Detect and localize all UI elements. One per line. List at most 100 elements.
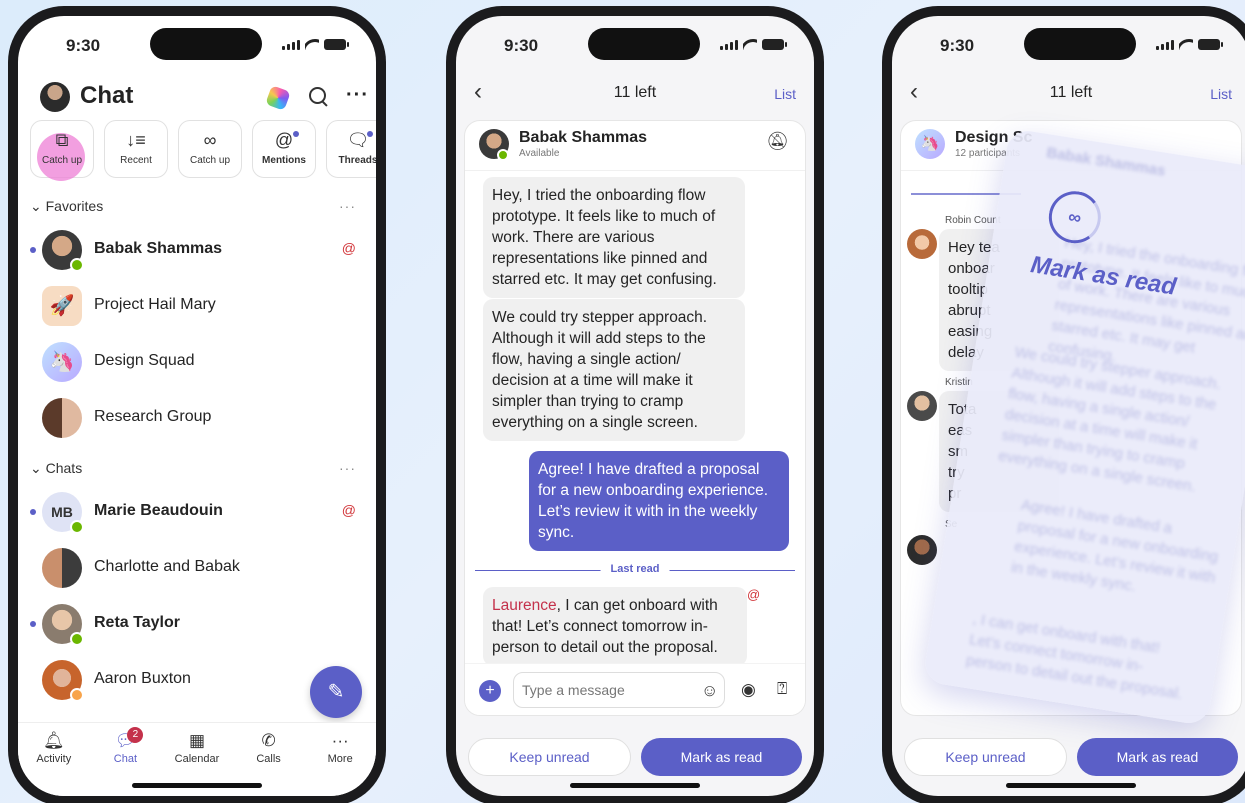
wifi-icon: [305, 38, 319, 50]
unread-dot: [293, 131, 299, 137]
mention-icon: @: [341, 502, 356, 518]
chat-name: Charlotte and Babak: [94, 558, 240, 575]
mark-read-screen: 9:30 ‹ 11 left List 🦄 Design Sc 12 parti…: [892, 16, 1245, 796]
message-input[interactable]: Type a message: [513, 672, 725, 708]
chat-row-reta[interactable]: Reta Taylor: [18, 596, 376, 652]
chat-name: Reta Taylor: [94, 614, 180, 631]
battery-icon: [1198, 39, 1223, 50]
catchup2-icon: ∞: [203, 130, 217, 150]
section-more-button[interactable]: ···: [339, 198, 356, 214]
avatar: [907, 229, 937, 259]
blurred-message: , I can get onboard with that! Let’s con…: [964, 610, 1184, 703]
bell-off-icon[interactable]: 🔕︎: [766, 131, 789, 152]
presence-away-icon: [70, 688, 84, 702]
catchup-icon: ⧉: [55, 130, 69, 150]
mention-name[interactable]: Laurence: [492, 597, 557, 614]
section-title: Chats: [45, 460, 83, 476]
chat-row-project-hail-mary[interactable]: 🚀 Project Hail Mary: [18, 278, 376, 334]
chat-icon: 💬︎: [114, 731, 137, 750]
page-title: Chat: [80, 82, 134, 109]
dynamic-island: [150, 28, 262, 60]
dynamic-island: [588, 28, 700, 60]
list-button[interactable]: List: [1210, 86, 1232, 102]
last-read-divider: Last read: [475, 561, 795, 581]
home-indicator: [132, 783, 262, 788]
chip-label: Mentions: [262, 155, 306, 166]
tab-label: Chat: [113, 753, 138, 765]
presence-available-icon: [70, 258, 84, 272]
mark-as-read-button[interactable]: Mark as read: [1077, 738, 1238, 776]
unread-dot: [30, 247, 36, 253]
remaining-count: 11 left: [1049, 84, 1093, 101]
message-bubble[interactable]: Laurence, I can get onboard with that! L…: [483, 587, 747, 666]
chat-row-marie[interactable]: MB Marie Beaudouin @: [18, 484, 376, 540]
home-indicator: [570, 783, 700, 788]
keep-unread-button[interactable]: Keep unread: [904, 738, 1067, 776]
chat-name: Project Hail Mary: [94, 296, 216, 313]
unread-dot: [367, 131, 373, 137]
chip-label: Catch up: [189, 155, 231, 166]
camera-icon[interactable]: ◉: [741, 680, 756, 700]
message-bubble[interactable]: Hey, I tried the onboarding flow prototy…: [483, 177, 745, 298]
chip-catch-up[interactable]: ⧉ Catch up: [30, 120, 94, 181]
home-indicator: [1006, 783, 1136, 788]
chip-label: Threads: [338, 155, 376, 166]
chat-row-babak[interactable]: Babak Shammas @: [18, 222, 376, 278]
add-attachment-button[interactable]: +: [479, 680, 501, 702]
chip-catch-up-2[interactable]: ∞ Catch up: [178, 120, 242, 178]
new-chat-button[interactable]: ✎: [310, 666, 362, 718]
status-bar: 9:30: [456, 16, 814, 76]
unicorn-icon: 🦄: [915, 129, 945, 159]
presence-available-icon: [497, 149, 509, 161]
chat-name: Design Squad: [94, 352, 195, 369]
mark-as-read-button[interactable]: Mark as read: [641, 738, 802, 776]
tab-activity[interactable]: 🔔︎ Activity: [24, 731, 84, 796]
compose-icon: ✎: [327, 681, 345, 703]
chip-mentions[interactable]: @ Mentions: [252, 120, 316, 178]
chat-row-design-squad[interactable]: 🦄 Design Squad: [18, 334, 376, 390]
last-read-label: Last read: [600, 563, 670, 575]
chat-list-screen: 9:30 Chat ··· ⧉ Catch up ↓≡ Recent ∞ Cat…: [18, 16, 376, 796]
my-avatar[interactable]: [40, 82, 70, 112]
chat-name: Marie Beaudouin: [94, 502, 223, 519]
bell-icon: 🔔︎: [43, 731, 65, 750]
message-bubble[interactable]: We could try stepper approach. Although …: [483, 299, 745, 441]
mention-icon: @: [747, 587, 761, 602]
avatar: [907, 535, 937, 565]
microphone-icon[interactable]: ⍰: [777, 679, 787, 699]
chat-row-charlotte-babak[interactable]: Charlotte and Babak: [18, 540, 376, 596]
clock: 9:30: [504, 36, 539, 55]
list-button[interactable]: List: [774, 86, 796, 102]
section-title: Favorites: [45, 198, 104, 214]
status-bar: 9:30: [18, 16, 376, 76]
more-options-button[interactable]: ···: [346, 84, 369, 107]
keep-unread-button[interactable]: Keep unread: [468, 738, 631, 776]
remaining-count: 11 left: [613, 84, 657, 101]
chats-header[interactable]: ⌄ Chats ···: [30, 460, 364, 484]
emoji-icon[interactable]: ☺: [701, 681, 718, 701]
search-icon[interactable]: [308, 86, 328, 108]
tab-label: More: [327, 753, 353, 765]
rocket-icon: 🚀: [42, 286, 82, 326]
catch-up-screen: 9:30 ‹ 11 left List Babak Shammas Availa…: [456, 16, 814, 796]
tab-label: Calls: [256, 753, 281, 765]
blurred-message: Agree! I have drafted a proposal for a n…: [1009, 496, 1220, 596]
chip-recent[interactable]: ↓≡ Recent: [104, 120, 168, 178]
wifi-icon: [743, 38, 757, 50]
avatar: [907, 391, 937, 421]
signal-icon: [1156, 40, 1174, 50]
contact-name: Babak Shammas: [519, 129, 648, 146]
tab-more[interactable]: ··· More: [310, 731, 370, 796]
read-actions: Keep unread Mark as read: [468, 738, 802, 776]
copilot-icon[interactable]: [265, 85, 291, 111]
battery-icon: [762, 39, 787, 50]
mention-icon: @: [274, 130, 294, 150]
favorites-header[interactable]: ⌄ Favorites ···: [30, 198, 364, 222]
tab-label: Activity: [36, 753, 72, 765]
my-message-bubble[interactable]: Agree! I have drafted a proposal for a n…: [529, 451, 789, 551]
chip-threads[interactable]: 🗨 Threads: [326, 120, 376, 178]
presence-available-icon: [70, 632, 84, 646]
section-more-button[interactable]: ···: [339, 460, 356, 476]
chat-row-research-group[interactable]: Research Group: [18, 390, 376, 446]
chat-name: Aaron Buxton: [94, 670, 191, 687]
